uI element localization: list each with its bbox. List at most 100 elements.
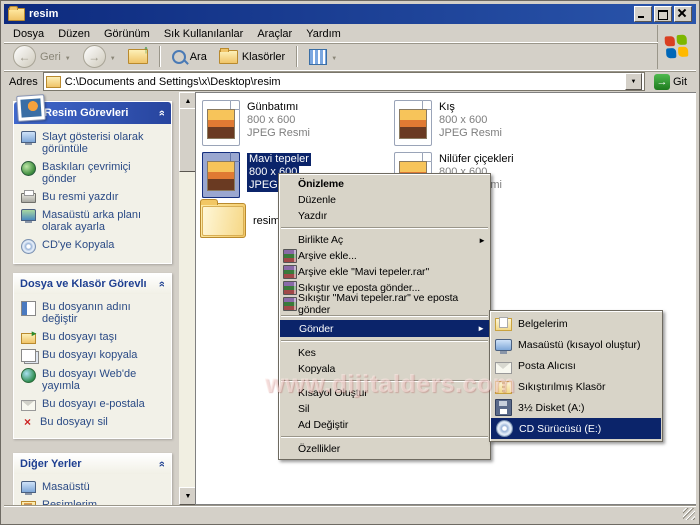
task-copy-file[interactable]: Bu dosyayı kopyala bbox=[21, 349, 167, 362]
picture-tasks-header[interactable]: Resim Görevleri bbox=[14, 94, 171, 124]
folders-button[interactable]: Klasörler bbox=[214, 47, 290, 66]
sendto-floppy-a[interactable]: 3½ Disket (A:) bbox=[490, 397, 662, 418]
file-name: Kış bbox=[439, 101, 455, 113]
picture-tasks-title: Resim Görevleri bbox=[44, 107, 129, 119]
address-input[interactable]: C:\Documents and Settings\x\Desktop\resi… bbox=[42, 72, 645, 91]
address-value: C:\Documents and Settings\x\Desktop\resi… bbox=[64, 75, 281, 88]
place-desktop[interactable]: Masaüstü bbox=[21, 481, 167, 495]
copy-icon bbox=[21, 349, 36, 362]
collapse-chevron-icon[interactable] bbox=[156, 461, 168, 467]
task-email-file[interactable]: Bu dosyayı e-postala bbox=[21, 398, 167, 411]
menu-item-send-to[interactable]: Gönder bbox=[280, 320, 489, 337]
file-name: Nilüfer çiçekleri bbox=[439, 153, 514, 165]
other-places-header[interactable]: Diğer Yerler bbox=[14, 454, 171, 474]
title-bar[interactable]: resim bbox=[4, 4, 696, 24]
menu-dosya[interactable]: Dosya bbox=[6, 27, 51, 41]
views-button[interactable] bbox=[304, 47, 342, 67]
menu-item-delete[interactable]: Sil bbox=[279, 401, 490, 417]
menu-item-cut[interactable]: Kes bbox=[279, 345, 490, 361]
search-button[interactable]: Ara bbox=[167, 48, 212, 66]
winrar-icon bbox=[283, 265, 297, 279]
sendto-mail-recipient[interactable]: Posta Alıcısı bbox=[490, 355, 662, 376]
menu-yardim[interactable]: Yardım bbox=[299, 27, 348, 41]
collapse-chevron-icon[interactable] bbox=[156, 110, 168, 116]
desktop-icon bbox=[495, 338, 512, 354]
task-rename-file[interactable]: Bu dosyanın adını değiştir bbox=[21, 301, 167, 325]
close-button[interactable] bbox=[674, 6, 692, 22]
file-tasks-header[interactable]: Dosya ve Klasör Görevlı bbox=[14, 274, 171, 294]
slideshow-icon bbox=[21, 131, 36, 145]
folder-resim[interactable]: resim bbox=[200, 199, 280, 238]
resize-grip[interactable] bbox=[683, 508, 695, 520]
move-icon bbox=[21, 328, 38, 344]
task-set-as-background[interactable]: Masaüstü arka planı olarak ayarla bbox=[21, 209, 167, 233]
menu-item-edit[interactable]: Düzenle bbox=[279, 192, 490, 208]
toolbar-separator bbox=[158, 46, 161, 67]
address-dropdown-button[interactable] bbox=[624, 73, 642, 90]
menu-separator bbox=[281, 380, 488, 382]
submenu-arrow-icon bbox=[477, 324, 485, 333]
up-folder-icon bbox=[127, 44, 149, 64]
task-move-file[interactable]: Bu dosyayı taşı bbox=[21, 328, 167, 344]
desktop-background-icon bbox=[21, 209, 36, 223]
standard-toolbar: ← Geri → Ara Klasörler bbox=[4, 42, 658, 70]
file-gunbatimi[interactable]: Günbatımı 800 x 600 JPEG Resmi bbox=[202, 100, 310, 146]
menu-araclar[interactable]: Araçlar bbox=[250, 27, 299, 41]
maximize-button[interactable] bbox=[654, 6, 672, 22]
sendto-my-documents[interactable]: Belgelerim bbox=[490, 313, 662, 334]
desktop-icon bbox=[21, 481, 36, 495]
file-tasks-panel: Dosya ve Klasör Görevlı Bu dosyanın adın… bbox=[13, 273, 172, 439]
cd-drive-icon bbox=[496, 420, 513, 437]
task-copy-to-cd[interactable]: CD'ye Kopyala bbox=[21, 239, 167, 254]
task-print-picture[interactable]: Bu resmi yazdır bbox=[21, 190, 167, 203]
menu-item-print[interactable]: Yazdır bbox=[279, 208, 490, 224]
menu-item-compress-named-and-email[interactable]: Sıkıştır "Mavi tepeler.rar" ve eposta gö… bbox=[279, 292, 490, 316]
task-publish-web[interactable]: Bu dosyayı Web'de yayımla bbox=[21, 368, 167, 392]
forward-dropdown-icon[interactable] bbox=[110, 51, 116, 63]
go-button[interactable]: Git bbox=[650, 73, 691, 91]
minimize-button[interactable] bbox=[634, 6, 652, 22]
menu-duzen[interactable]: Düzen bbox=[51, 27, 97, 41]
sendto-desktop-shortcut[interactable]: Masaüstü (kısayol oluştur) bbox=[490, 334, 662, 355]
menu-item-preview[interactable]: Önizleme bbox=[279, 176, 490, 192]
sendto-cd-drive-e[interactable]: CD Sürücüsü (E:) bbox=[491, 418, 661, 439]
delete-icon bbox=[21, 416, 34, 429]
menu-item-add-to-named-archive[interactable]: Arşive ekle "Mavi tepeler.rar" bbox=[279, 264, 490, 280]
menu-item-create-shortcut[interactable]: Kısayol Oluştur bbox=[279, 385, 490, 401]
file-kis[interactable]: Kış 800 x 600 JPEG Resmi bbox=[394, 100, 502, 146]
explorer-window: { "window": { "title": "resim" }, "menub… bbox=[0, 0, 700, 525]
winrar-icon bbox=[283, 249, 297, 263]
context-menu: Önizleme Düzenle Yazdır Birlikte Aç Arşi… bbox=[278, 173, 491, 460]
sendto-compressed-folder[interactable]: Sıkıştırılmış Klasör bbox=[490, 376, 662, 397]
menu-sik-kullanilanlar[interactable]: Sık Kullanılanlar bbox=[157, 27, 251, 41]
task-pane: Resim Görevleri Slayt gösterisi olarak g… bbox=[4, 92, 179, 505]
menu-gorunum[interactable]: Görünüm bbox=[97, 27, 157, 41]
task-order-prints[interactable]: Baskıları çevrimiçi gönder bbox=[21, 161, 167, 185]
back-label: Geri bbox=[40, 50, 61, 63]
jpeg-file-icon bbox=[202, 100, 240, 146]
back-button[interactable]: ← Geri bbox=[8, 43, 76, 70]
task-slideshow[interactable]: Slayt gösterisi olarak görüntüle bbox=[21, 131, 167, 155]
file-dimensions: 800 x 600 bbox=[247, 114, 296, 126]
menu-item-properties[interactable]: Özellikler bbox=[279, 441, 490, 457]
email-icon bbox=[21, 400, 36, 411]
toolbar-separator bbox=[296, 46, 299, 67]
menu-item-rename[interactable]: Ad Değiştir bbox=[279, 417, 490, 433]
task-delete-file[interactable]: Bu dosyayı sil bbox=[21, 416, 167, 429]
rename-icon bbox=[21, 301, 36, 316]
forward-button[interactable]: → bbox=[78, 43, 121, 70]
folder-icon bbox=[200, 199, 246, 238]
views-dropdown-icon[interactable] bbox=[331, 51, 337, 63]
back-dropdown-icon[interactable] bbox=[65, 51, 71, 63]
search-icon bbox=[171, 49, 186, 64]
up-button[interactable] bbox=[123, 44, 153, 66]
file-type: JPEG Resmi bbox=[439, 127, 502, 139]
menu-item-add-to-archive[interactable]: Arşive ekle... bbox=[279, 248, 490, 264]
menu-separator bbox=[281, 436, 488, 438]
menu-item-open-with[interactable]: Birlikte Aç bbox=[279, 232, 490, 248]
back-icon: ← bbox=[13, 45, 36, 68]
menu-item-copy[interactable]: Kopyala bbox=[279, 361, 490, 377]
address-bar: Adres C:\Documents and Settings\x\Deskto… bbox=[4, 70, 696, 92]
sidebar-scrollbar[interactable] bbox=[179, 92, 197, 505]
collapse-chevron-icon[interactable] bbox=[156, 281, 168, 287]
